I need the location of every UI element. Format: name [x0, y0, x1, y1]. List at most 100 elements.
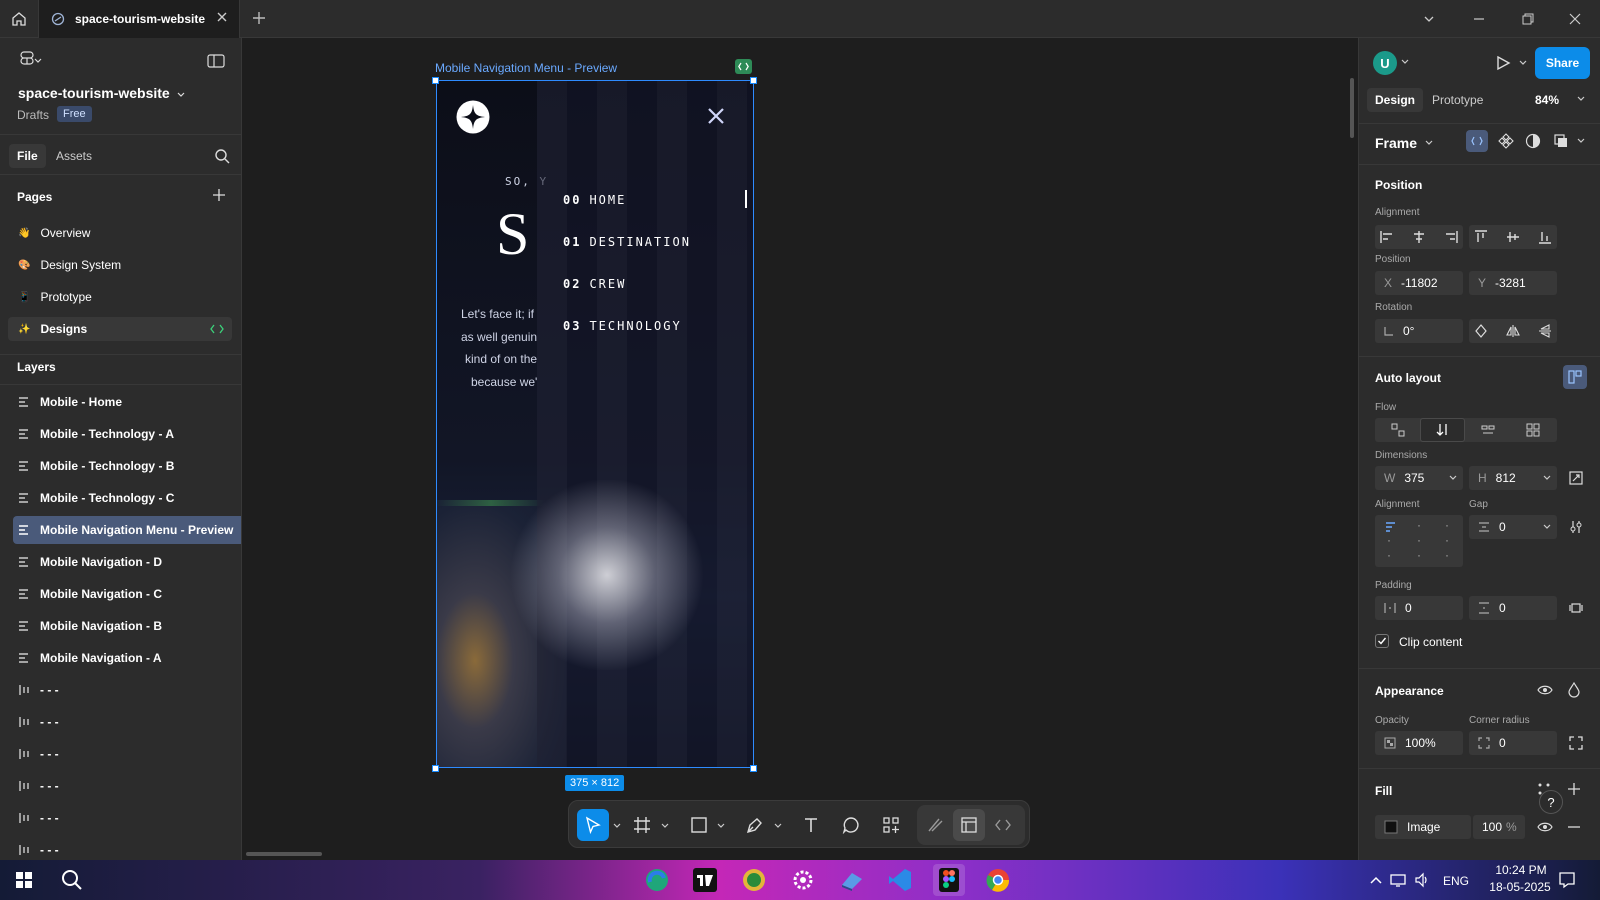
individual-padding-icon[interactable] — [1569, 601, 1583, 615]
project-name[interactable]: space-tourism-website — [18, 85, 170, 101]
share-button[interactable]: Share — [1535, 47, 1590, 79]
blend-mode-icon[interactable] — [1567, 682, 1581, 698]
start-button[interactable] — [8, 864, 40, 896]
chevron-down-icon[interactable] — [177, 90, 185, 98]
flow-horizontal-button[interactable] — [1465, 418, 1510, 442]
dev-ready-toggle[interactable] — [1466, 130, 1488, 152]
page-item-designs[interactable]: ✨ Designs — [8, 317, 232, 341]
layer-row[interactable]: Mobile - Home — [0, 388, 241, 416]
boolean-icon[interactable] — [1553, 133, 1569, 149]
tabs-dropdown-button[interactable] — [1404, 0, 1454, 38]
tab-file[interactable]: File — [9, 144, 46, 168]
nav-item-destination[interactable]: 01 DESTINATION — [563, 235, 691, 249]
language-indicator[interactable]: ENG — [1443, 874, 1469, 888]
flow-freeform-button[interactable] — [1375, 418, 1420, 442]
zoom-level[interactable]: 84% — [1535, 93, 1559, 107]
clock-time[interactable]: 10:24 PM — [1483, 863, 1559, 877]
play-icon[interactable] — [1495, 55, 1511, 71]
layer-row[interactable]: Mobile Navigation - A — [0, 644, 241, 672]
chevron-down-icon[interactable] — [774, 823, 782, 829]
auto-layout-settings-button[interactable] — [1563, 365, 1587, 389]
x-input[interactable]: X -11802 — [1375, 271, 1463, 295]
chevron-down-icon[interactable] — [1519, 60, 1527, 66]
layout-settings-icon[interactable] — [1569, 520, 1583, 534]
y-input[interactable]: Y -3281 — [1469, 271, 1557, 295]
flow-grid-button[interactable] — [1510, 418, 1555, 442]
padding-horizontal-input[interactable]: 0 — [1375, 596, 1463, 620]
resize-handle[interactable] — [432, 765, 439, 772]
individual-corners-icon[interactable] — [1569, 736, 1583, 750]
chevron-down-icon[interactable] — [613, 823, 621, 829]
taskbar-app-finance[interactable] — [738, 864, 770, 896]
width-input[interactable]: W 375 — [1375, 466, 1463, 490]
horizontal-scrollbar[interactable] — [246, 852, 322, 856]
layer-row[interactable]: Mobile Navigation - B — [0, 612, 241, 640]
help-button[interactable]: ? — [1539, 790, 1563, 814]
new-tab-icon[interactable] — [250, 9, 268, 27]
height-input[interactable]: H 812 — [1469, 466, 1557, 490]
remove-fill-icon[interactable] — [1567, 824, 1581, 830]
chevron-down-icon[interactable] — [1577, 96, 1585, 102]
align-center-icon[interactable] — [1412, 230, 1426, 244]
frame-label[interactable]: Mobile Navigation Menu - Preview — [435, 61, 617, 75]
layer-row[interactable]: Mobile - Technology - A — [0, 420, 241, 448]
draw-mode-button[interactable] — [919, 809, 951, 841]
component-icon[interactable] — [1498, 133, 1514, 149]
resize-handle[interactable] — [750, 77, 757, 84]
shape-tool-button[interactable] — [683, 809, 715, 841]
constrain-proportions-icon[interactable] — [1569, 471, 1583, 485]
canvas[interactable] — [242, 38, 1358, 860]
layer-row[interactable]: Mobile Navigation - C — [0, 580, 241, 608]
flip-vertical-icon[interactable] — [1538, 324, 1552, 338]
avatar[interactable]: U — [1373, 51, 1397, 75]
flip-horizontal-icon[interactable] — [1506, 324, 1520, 338]
taskbar-app-vscode[interactable] — [884, 864, 916, 896]
minimize-button[interactable] — [1454, 0, 1504, 38]
close-tab-icon[interactable] — [215, 10, 229, 24]
nav-item-technology[interactable]: 03 TECHNOLOGY — [563, 319, 682, 333]
search-button[interactable] — [56, 864, 88, 896]
drafts-label[interactable]: Drafts — [17, 108, 49, 122]
design-mode-button[interactable] — [953, 809, 985, 841]
add-page-icon[interactable] — [212, 188, 226, 202]
rotation-input[interactable]: 0° — [1375, 319, 1463, 343]
volume-icon[interactable] — [1414, 872, 1430, 888]
chevron-down-icon[interactable] — [1425, 140, 1433, 146]
layer-row[interactable]: - - - — [0, 740, 241, 768]
layer-row[interactable]: Mobile - Technology - C — [0, 484, 241, 512]
rotate-icon[interactable] — [1474, 324, 1488, 338]
gap-input[interactable]: 0 — [1469, 515, 1557, 539]
chevron-down-icon[interactable] — [717, 823, 725, 829]
resize-handle[interactable] — [432, 77, 439, 84]
taskbar-app-edge[interactable] — [641, 864, 673, 896]
alignment-grid[interactable]: · · · · · · · · — [1375, 515, 1463, 567]
layer-row[interactable]: Mobile - Technology - B — [0, 452, 241, 480]
align-left-icon[interactable] — [1379, 230, 1394, 244]
dev-mode-button[interactable] — [987, 809, 1019, 841]
taskbar-app-store[interactable] — [836, 864, 868, 896]
tab-assets[interactable]: Assets — [56, 149, 92, 163]
pen-tool-button[interactable] — [739, 809, 771, 841]
tab-space-tourism[interactable]: space-tourism-website — [38, 0, 240, 38]
taskbar-app-figma[interactable] — [933, 864, 965, 896]
text-tool-button[interactable] — [795, 809, 827, 841]
mobile-nav-frame[interactable]: SO, Y S Let's face it; if as well genuin… — [436, 80, 754, 768]
page-item-prototype[interactable]: 📱 Prototype — [8, 285, 232, 309]
chevron-down-icon[interactable] — [1577, 138, 1585, 144]
close-menu-icon[interactable] — [707, 107, 725, 125]
layer-row[interactable]: Mobile Navigation - D — [0, 548, 241, 576]
layer-row[interactable]: - - - — [0, 676, 241, 704]
fill-type-field[interactable]: Image — [1375, 815, 1471, 839]
page-item-design-system[interactable]: 🎨 Design System — [8, 253, 232, 277]
page-item-overview[interactable]: 👋 Overview — [8, 221, 232, 245]
clip-content-checkbox[interactable] — [1375, 634, 1389, 648]
flow-vertical-button[interactable] — [1420, 418, 1465, 442]
fill-opacity-input[interactable]: 100% — [1473, 815, 1525, 839]
chevron-down-icon[interactable] — [1401, 59, 1409, 65]
layer-row[interactable]: - - - — [0, 772, 241, 800]
eye-icon[interactable] — [1537, 820, 1553, 834]
add-fill-icon[interactable] — [1567, 782, 1581, 796]
move-tool-button[interactable] — [577, 809, 609, 841]
align-right-icon[interactable] — [1444, 230, 1459, 244]
mask-icon[interactable] — [1525, 133, 1541, 149]
